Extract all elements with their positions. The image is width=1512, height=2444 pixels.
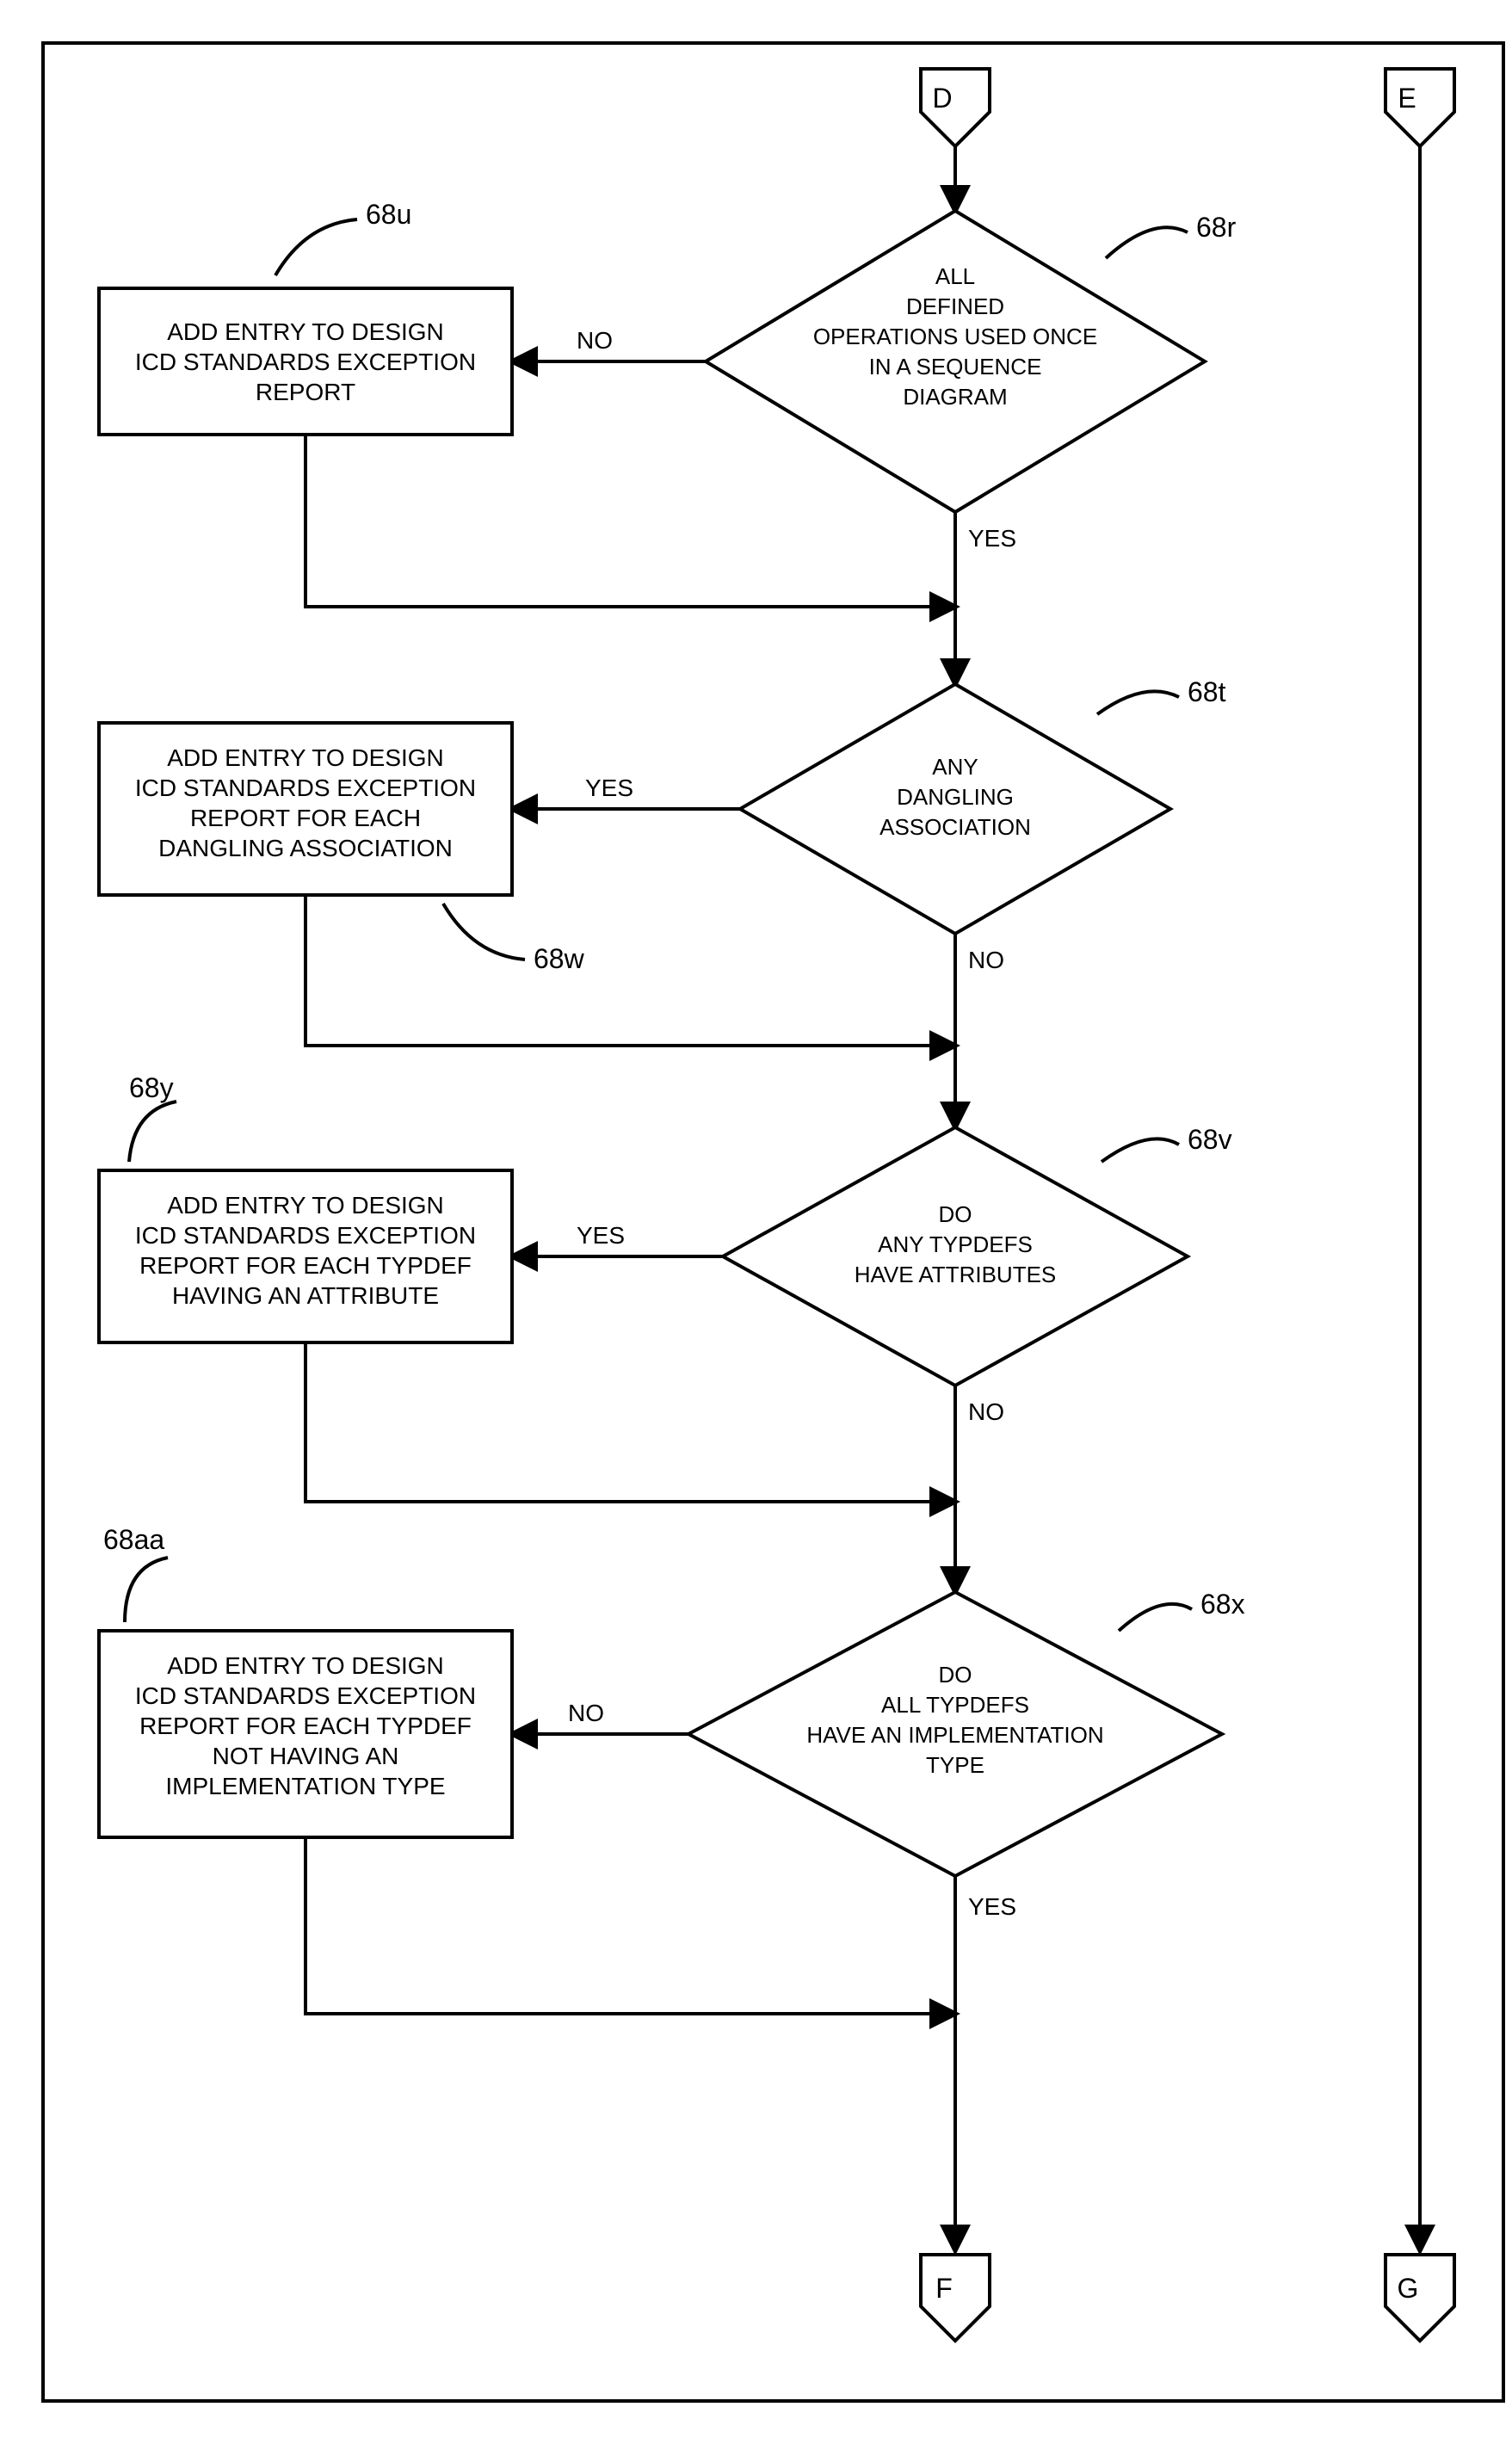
edge-no-68x: NO [568,1700,604,1726]
svg-text:DEFINED: DEFINED [906,293,1004,319]
label-68t: 68t [1188,676,1226,707]
svg-text:NOT HAVING AN: NOT HAVING AN [213,1743,399,1769]
svg-text:REPORT: REPORT [256,379,355,405]
process-68w: ADD ENTRY TO DESIGN ICD STANDARDS EXCEPT… [99,723,512,895]
edge-no-68r: NO [577,327,613,354]
svg-text:ICD STANDARDS EXCEPTION: ICD STANDARDS EXCEPTION [135,1222,476,1249]
label-68u: 68u [366,199,411,230]
label-68y: 68y [129,1072,174,1103]
svg-text:ADD ENTRY TO DESIGN: ADD ENTRY TO DESIGN [167,1192,444,1219]
svg-text:DO: DO [939,1201,972,1227]
svg-text:TYPE: TYPE [926,1752,984,1778]
svg-text:F: F [935,2273,953,2304]
svg-text:HAVE AN IMPLEMENTATION: HAVE AN IMPLEMENTATION [806,1722,1103,1748]
svg-text:ANY TYPDEFS: ANY TYPDEFS [878,1231,1033,1257]
svg-text:D: D [932,83,952,114]
svg-text:OPERATIONS USED ONCE: OPERATIONS USED ONCE [813,324,1097,349]
svg-text:ALL: ALL [935,263,975,289]
svg-text:REPORT FOR EACH TYPDEF: REPORT FOR EACH TYPDEF [139,1713,472,1739]
edge-yes-68v: YES [577,1222,625,1249]
svg-text:DO: DO [939,1662,972,1688]
label-68v: 68v [1188,1124,1232,1155]
svg-text:ADD ENTRY TO DESIGN: ADD ENTRY TO DESIGN [167,318,444,345]
svg-text:G: G [1398,2273,1419,2304]
label-68aa: 68aa [103,1524,164,1555]
svg-text:DANGLING: DANGLING [897,784,1014,810]
edge-yes-68t: YES [585,775,633,801]
edge-no-68t: NO [968,947,1004,973]
svg-text:IMPLEMENTATION TYPE: IMPLEMENTATION TYPE [165,1773,445,1799]
svg-text:ICD STANDARDS EXCEPTION: ICD STANDARDS EXCEPTION [135,349,476,375]
svg-text:HAVE ATTRIBUTES: HAVE ATTRIBUTES [855,1262,1057,1287]
svg-text:ADD ENTRY TO DESIGN: ADD ENTRY TO DESIGN [167,1652,444,1679]
svg-text:ASSOCIATION: ASSOCIATION [879,814,1031,840]
label-68w: 68w [534,943,585,974]
svg-text:IN A SEQUENCE: IN A SEQUENCE [869,354,1042,380]
process-68aa: ADD ENTRY TO DESIGN ICD STANDARDS EXCEPT… [99,1631,512,1837]
svg-text:REPORT FOR EACH TYPDEF: REPORT FOR EACH TYPDEF [139,1252,472,1279]
process-68y: ADD ENTRY TO DESIGN ICD STANDARDS EXCEPT… [99,1170,512,1342]
label-68x: 68x [1200,1589,1245,1620]
svg-text:ANY: ANY [932,754,978,780]
label-68r: 68r [1196,212,1237,243]
svg-text:E: E [1398,83,1416,114]
svg-text:ICD STANDARDS EXCEPTION: ICD STANDARDS EXCEPTION [135,775,476,801]
svg-text:ALL TYPDEFS: ALL TYPDEFS [881,1692,1029,1718]
svg-text:DANGLING ASSOCIATION: DANGLING ASSOCIATION [158,835,453,861]
edge-yes-68x: YES [968,1893,1016,1920]
svg-text:ICD STANDARDS EXCEPTION: ICD STANDARDS EXCEPTION [135,1682,476,1709]
svg-text:REPORT FOR EACH: REPORT FOR EACH [190,805,421,831]
svg-text:HAVING AN ATTRIBUTE: HAVING AN ATTRIBUTE [172,1282,439,1309]
svg-text:DIAGRAM: DIAGRAM [903,384,1007,410]
svg-text:ADD ENTRY TO DESIGN: ADD ENTRY TO DESIGN [167,744,444,771]
edge-no-68v: NO [968,1398,1004,1425]
process-68u: ADD ENTRY TO DESIGN ICD STANDARDS EXCEPT… [99,288,512,435]
flowchart: D E ALL DEFINED OPERATIONS USED ONCE IN … [17,17,1512,2427]
edge-yes-68r: YES [968,525,1016,552]
